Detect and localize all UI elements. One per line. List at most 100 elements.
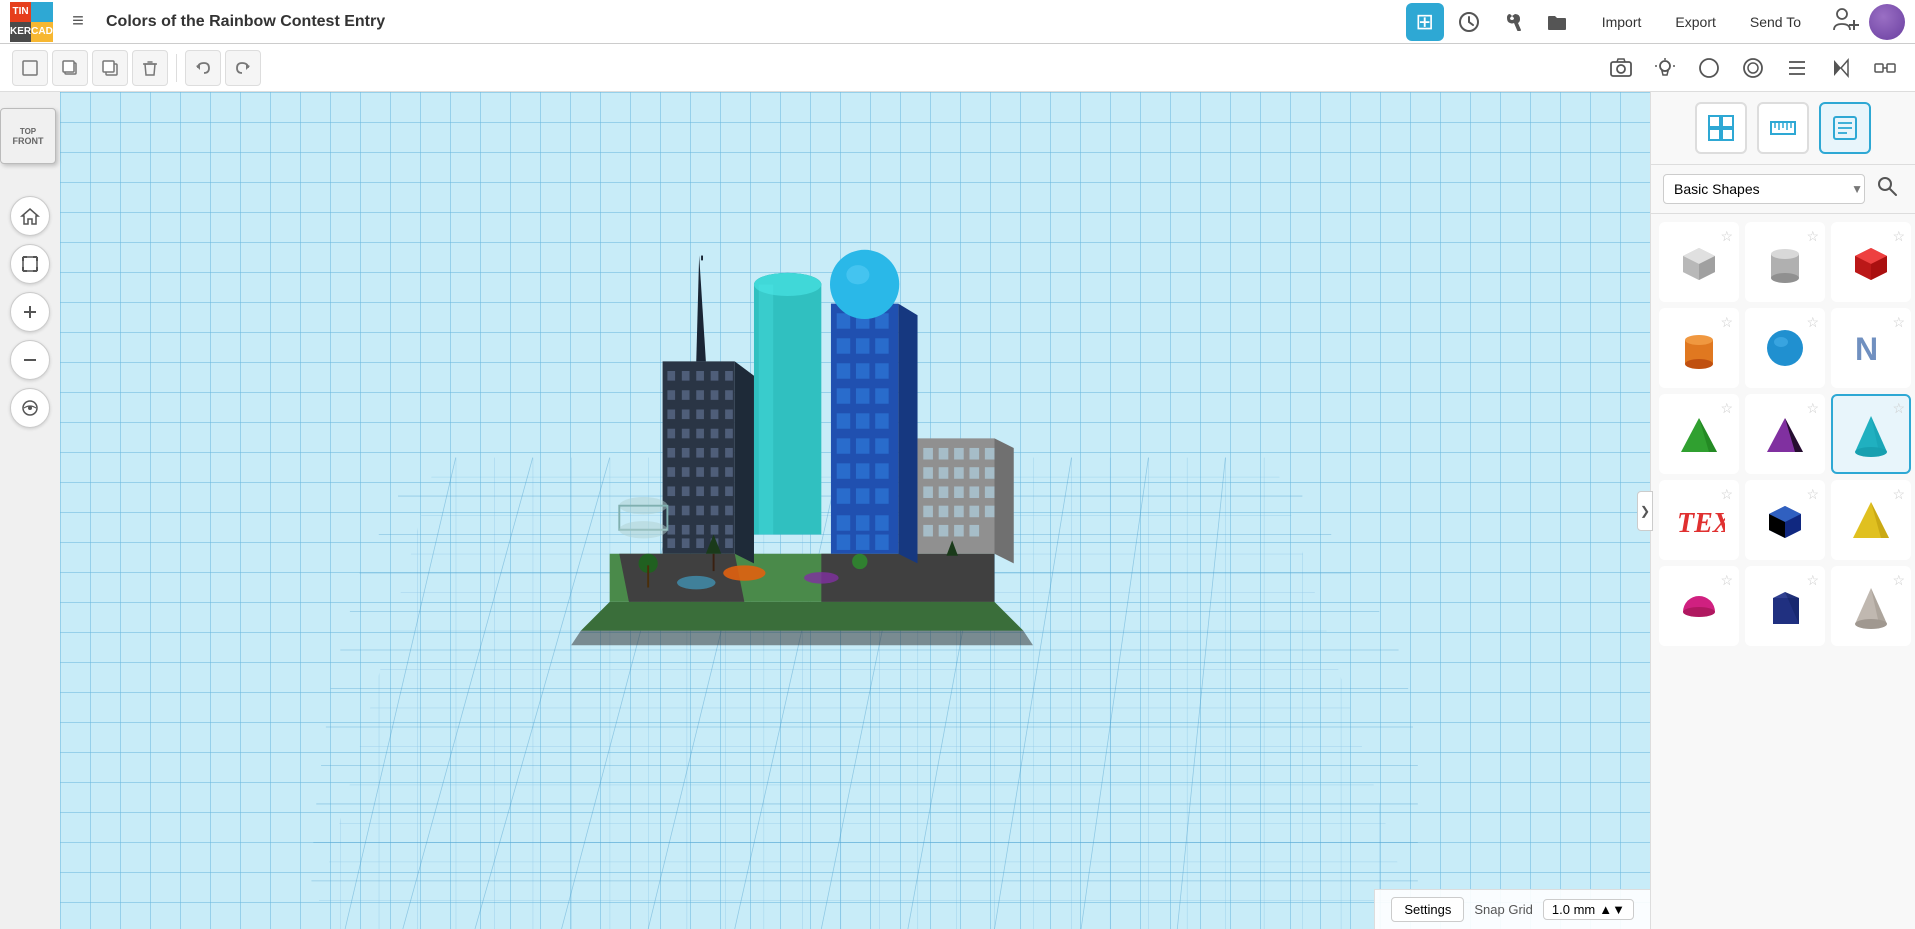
top-navigation-bar: TIN KER CAD ≡ Colors of the Rainbow Cont… [0, 0, 1915, 44]
lightbulb-icon [1653, 56, 1677, 80]
collapse-arrow: ❯ [1640, 504, 1650, 518]
zoom-in-icon [20, 302, 40, 322]
clock-button[interactable] [1450, 3, 1488, 41]
top-nav-icons: ⊞ [1406, 3, 1576, 41]
clock-icon [1458, 11, 1480, 33]
bottom-status-bar: Settings Snap Grid 1.0 mm ▲▼ [1374, 889, 1650, 929]
panel-collapse-button[interactable]: ❯ [1637, 491, 1653, 531]
shape-star-cone-teal[interactable]: ☆ [1892, 400, 1905, 417]
undo-button[interactable] [185, 50, 221, 86]
shapes-search-button[interactable] [1871, 173, 1903, 205]
document-icon-button[interactable]: ≡ [60, 4, 96, 40]
new-button[interactable] [12, 50, 48, 86]
add-user-button[interactable] [1827, 4, 1863, 40]
snap-grid-label: Snap Grid [1474, 902, 1533, 917]
settings-button[interactable]: Settings [1391, 897, 1464, 922]
shape-pyramid-purple[interactable]: ☆ [1745, 394, 1825, 474]
shape-star-cone-gray[interactable]: ☆ [1892, 572, 1905, 589]
orbit-icon [20, 398, 40, 418]
shapes-category-select[interactable]: Basic Shapes Featured Letters Connectors… [1663, 174, 1865, 204]
shape-box-navy2[interactable]: ☆ [1745, 566, 1825, 646]
svg-text:N: N [1855, 331, 1878, 367]
align-button[interactable] [1779, 50, 1815, 86]
light-button[interactable] [1647, 50, 1683, 86]
grid-view-button[interactable]: ⊞ [1406, 3, 1444, 41]
trash-icon [141, 59, 159, 77]
copy-button[interactable] [52, 50, 88, 86]
shape-star-box-navy2[interactable]: ☆ [1806, 572, 1819, 589]
shape-tool-button[interactable] [1691, 50, 1727, 86]
import-button[interactable]: Import [1586, 8, 1658, 36]
export-button[interactable]: Export [1659, 8, 1731, 36]
snap-value-text: 1.0 mm [1552, 902, 1595, 917]
shape-box-navy[interactable]: ☆ [1745, 480, 1825, 560]
view-cube-front-label: FRONT [13, 136, 44, 146]
shape-hemisphere-pink[interactable]: ☆ [1659, 566, 1739, 646]
search-icon [1876, 175, 1898, 197]
user-area [1827, 4, 1905, 40]
notes-tab-icon [1831, 114, 1859, 142]
shape-box-light[interactable]: ☆ [1659, 222, 1739, 302]
shape-star-pyramid-yellow[interactable]: ☆ [1892, 486, 1905, 503]
mirror-button[interactable] [1823, 50, 1859, 86]
right-panel: ❯ [1650, 92, 1915, 929]
delete-button[interactable] [132, 50, 168, 86]
send-to-button[interactable]: Send To [1734, 8, 1817, 36]
shape-text-red[interactable]: ☆ TEXT [1659, 480, 1739, 560]
shape-cone-teal[interactable]: ☆ [1831, 394, 1911, 474]
camera-view-button[interactable] [1603, 50, 1639, 86]
mirror-icon [1829, 56, 1853, 80]
tab-ruler-button[interactable] [1757, 102, 1809, 154]
wrench-icon [1502, 11, 1524, 33]
cutout-button[interactable] [1735, 50, 1771, 86]
shape-cylinder-orange[interactable]: ☆ [1659, 308, 1739, 388]
main-content: TOP FRONT [0, 92, 1915, 929]
shape-star-sphere-blue[interactable]: ☆ [1806, 314, 1819, 331]
zoom-fit-button[interactable] [10, 244, 50, 284]
shape-box-red[interactable]: ☆ [1831, 222, 1911, 302]
grid-tab-icon [1707, 114, 1735, 142]
zoom-fit-icon [20, 254, 40, 274]
shape-star-box-light[interactable]: ☆ [1720, 228, 1733, 245]
view-cube[interactable]: TOP FRONT [0, 108, 60, 168]
duplicate-button[interactable] [92, 50, 128, 86]
shape-star-cylinder-orange[interactable]: ☆ [1720, 314, 1733, 331]
duplicate-icon [101, 59, 119, 77]
home-view-button[interactable] [10, 196, 50, 236]
tab-grid-button[interactable] [1695, 102, 1747, 154]
tinkercad-logo[interactable]: TIN KER CAD [10, 2, 50, 42]
canvas-grid [60, 92, 1650, 929]
shape-star-box-navy[interactable]: ☆ [1806, 486, 1819, 503]
canvas-area[interactable]: Settings Snap Grid 1.0 mm ▲▼ [60, 92, 1650, 929]
zoom-out-icon [20, 350, 40, 370]
shape-star-pyramid-green[interactable]: ☆ [1720, 400, 1733, 417]
redo-button[interactable] [225, 50, 261, 86]
shape-cylinder-gray[interactable]: ☆ [1745, 222, 1825, 302]
shape-cone-gray[interactable]: ☆ [1831, 566, 1911, 646]
copy-icon [61, 59, 79, 77]
snap-value-control[interactable]: 1.0 mm ▲▼ [1543, 899, 1634, 920]
redo-icon [234, 59, 252, 77]
group-button[interactable] [1867, 50, 1903, 86]
tab-notes-button[interactable] [1819, 102, 1871, 154]
shape-pyramid-green[interactable]: ☆ [1659, 394, 1739, 474]
zoom-out-button[interactable] [10, 340, 50, 380]
shape-star-text-n[interactable]: ☆ [1892, 314, 1905, 331]
shape-star-text-red[interactable]: ☆ [1720, 486, 1733, 503]
shape-star-hemisphere-pink[interactable]: ☆ [1720, 572, 1733, 589]
orbit-button[interactable] [10, 388, 50, 428]
shape-text-n[interactable]: ☆ N [1831, 308, 1911, 388]
home-icon [20, 206, 40, 226]
tools-button[interactable] [1494, 3, 1532, 41]
folder-icon [1546, 11, 1568, 33]
folder-button[interactable] [1538, 3, 1576, 41]
shape-star-cylinder-gray[interactable]: ☆ [1806, 228, 1819, 245]
shape-pyramid-yellow[interactable]: ☆ [1831, 480, 1911, 560]
zoom-in-button[interactable] [10, 292, 50, 332]
shape-star-box-red[interactable]: ☆ [1892, 228, 1905, 245]
shape-star-pyramid-purple[interactable]: ☆ [1806, 400, 1819, 417]
user-avatar[interactable] [1869, 4, 1905, 40]
shape-sphere-blue[interactable]: ☆ [1745, 308, 1825, 388]
logo-tin: TIN [10, 2, 31, 22]
svg-text:TEXT: TEXT [1677, 508, 1725, 539]
